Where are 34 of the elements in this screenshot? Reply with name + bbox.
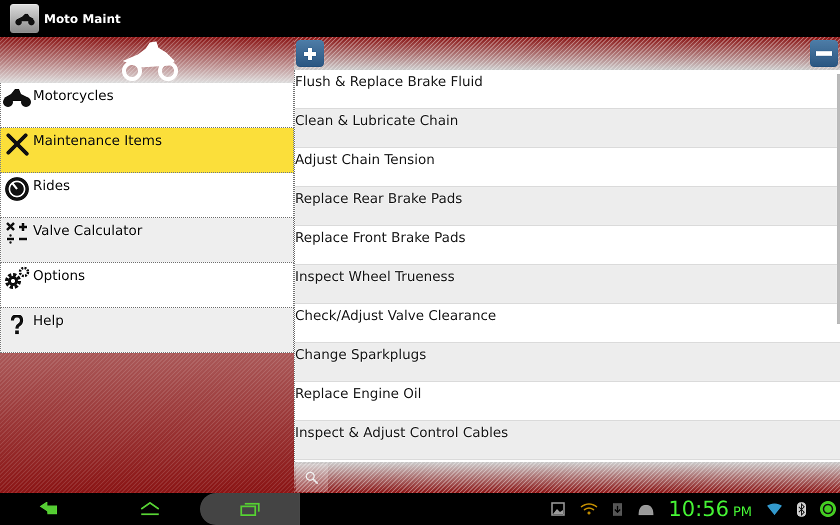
sidebar-item[interactable]: Maintenance Items: [0, 128, 294, 173]
motorcycle-icon: [1, 86, 33, 108]
gears-icon: [4, 266, 30, 290]
sidebar-item[interactable]: Help: [0, 308, 294, 353]
wifi-icon: [579, 502, 600, 516]
sidebar-item[interactable]: Options: [0, 263, 294, 308]
download-icon: [613, 502, 622, 516]
list-item[interactable]: Inspect Wheel Trueness: [295, 265, 840, 304]
wifi-signal-icon: [766, 502, 783, 516]
list-item[interactable]: Clean & Lubricate Chain: [295, 109, 840, 148]
plus-icon: [302, 46, 318, 62]
search-icon: [305, 470, 319, 484]
sidebar-item[interactable]: Rides: [0, 173, 294, 218]
sidebar-item[interactable]: Motorcycles: [0, 83, 294, 128]
sidebar-item[interactable]: Valve Calculator: [0, 218, 294, 263]
clock-time: 10:56: [668, 497, 729, 521]
bluetooth-icon: [797, 502, 806, 516]
remove-button[interactable]: [810, 40, 838, 67]
window-title: Moto Maint: [44, 12, 121, 26]
math-symbols-icon: [5, 221, 29, 245]
clock-period: PM: [732, 505, 752, 520]
minus-icon: [816, 51, 832, 56]
add-button[interactable]: [296, 40, 324, 67]
list-item[interactable]: Inspect & Adjust Control Cables: [295, 421, 840, 460]
search-button[interactable]: [296, 464, 328, 492]
list-item[interactable]: Replace Rear Brake Pads: [295, 187, 840, 226]
picture-icon: [551, 502, 566, 516]
home-icon: [139, 502, 161, 516]
battery-icon: [820, 501, 836, 517]
list-item[interactable]: Change Sparkplugs: [295, 343, 840, 382]
app-icon: [10, 4, 39, 33]
recent-apps-icon: [239, 502, 261, 516]
recent-apps-button[interactable]: [200, 493, 300, 525]
gauge-icon: [4, 176, 30, 202]
